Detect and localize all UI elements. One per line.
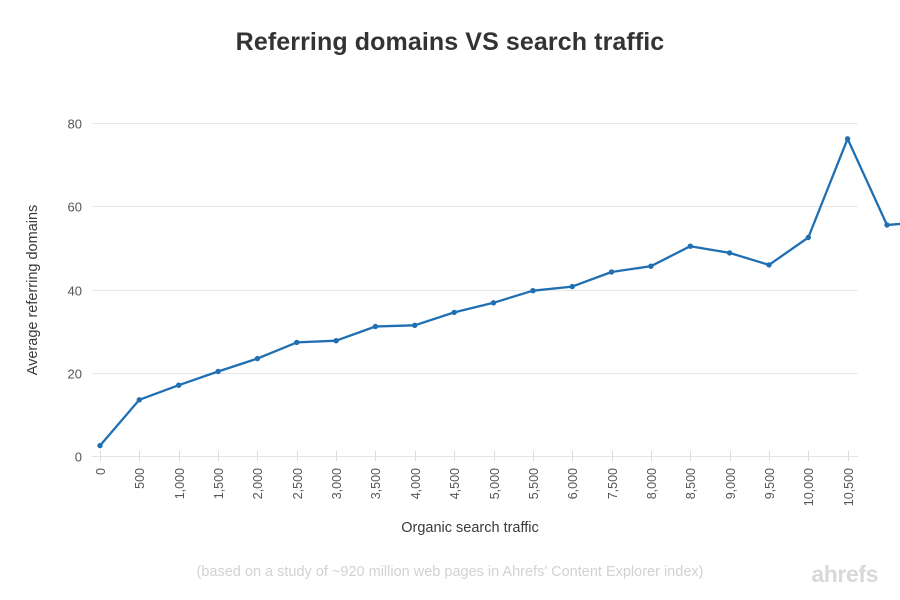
data-series-group[interactable] [97, 136, 900, 449]
x-tick-label: 4,000 [409, 468, 423, 499]
data-point-marker[interactable] [451, 309, 457, 316]
x-tick-label: 10,500 [842, 468, 856, 506]
data-point-marker[interactable] [136, 397, 142, 403]
chart-figure: Referring domains VS search traffic 0 20 4… [0, 0, 900, 600]
x-tick-label: 0 [94, 468, 108, 475]
line-chart-plot: 0 20 40 60 80 0 500 1,000 1,500 2,000 2,500 3,000 3… [25, 117, 900, 536]
x-tick-label: 3,000 [330, 468, 344, 499]
y-tick-label: 20 [68, 367, 82, 382]
x-tick-label: 2,000 [251, 468, 265, 499]
x-tick-label: 10,000 [802, 468, 816, 506]
y-tick-labels-group: 0 20 40 60 80 [68, 117, 82, 465]
y-tick-label: 80 [68, 117, 82, 132]
x-tick-label: 500 [133, 468, 147, 489]
x-tick-label: 9,500 [763, 468, 777, 499]
data-point-marker[interactable] [215, 368, 221, 375]
x-tick-label: 4,500 [448, 468, 462, 499]
data-point-marker[interactable] [176, 382, 182, 388]
x-tick-label: 1,500 [212, 468, 226, 499]
data-point-marker[interactable] [766, 262, 772, 268]
x-tick-label: 6,000 [566, 468, 580, 499]
data-point-marker[interactable] [412, 322, 418, 328]
data-point-marker[interactable] [608, 269, 615, 275]
x-tick-labels-group: 0 500 1,000 1,500 2,000 2,500 3,000 3,500 4,000 4… [94, 468, 856, 506]
series-line[interactable] [98, 137, 900, 447]
data-point-marker[interactable] [569, 283, 575, 290]
x-tick-label: 7,500 [606, 468, 620, 499]
x-tick-label: 8,500 [684, 468, 698, 499]
x-tick-label: 5,000 [488, 468, 502, 499]
footer-note: (based on a study of ~920 million web pa… [196, 564, 704, 580]
x-tick-label: 1,000 [173, 468, 187, 499]
x-tick-label: 9,000 [724, 468, 738, 499]
y-tick-label: 60 [68, 200, 82, 215]
x-tick-label: 3,500 [369, 468, 383, 499]
data-point-marker[interactable] [844, 136, 851, 142]
data-point-marker[interactable] [687, 243, 693, 249]
data-point-marker[interactable] [294, 339, 300, 346]
x-tick-label: 8,000 [645, 468, 659, 499]
ahrefs-logo: ahrefs [811, 561, 878, 587]
data-point-marker[interactable] [254, 355, 261, 362]
data-point-marker[interactable] [97, 442, 103, 449]
x-tick-label: 5,500 [527, 468, 541, 499]
gridlines-group [92, 123, 858, 457]
data-point-marker[interactable] [490, 300, 497, 306]
x-tick-label: 2,500 [291, 468, 305, 499]
data-point-marker[interactable] [372, 323, 379, 330]
data-point-marker[interactable] [805, 234, 811, 241]
y-axis-title: Average referring domains [25, 205, 41, 376]
data-point-marker[interactable] [530, 288, 536, 294]
x-axis-title: Organic search traffic [401, 520, 539, 536]
data-point-marker[interactable] [648, 263, 654, 269]
data-point-marker[interactable] [333, 338, 339, 344]
y-tick-label: 0 [75, 450, 82, 465]
y-tick-label: 40 [68, 284, 82, 299]
data-point-marker[interactable] [726, 250, 733, 256]
data-point-marker[interactable] [884, 222, 890, 228]
